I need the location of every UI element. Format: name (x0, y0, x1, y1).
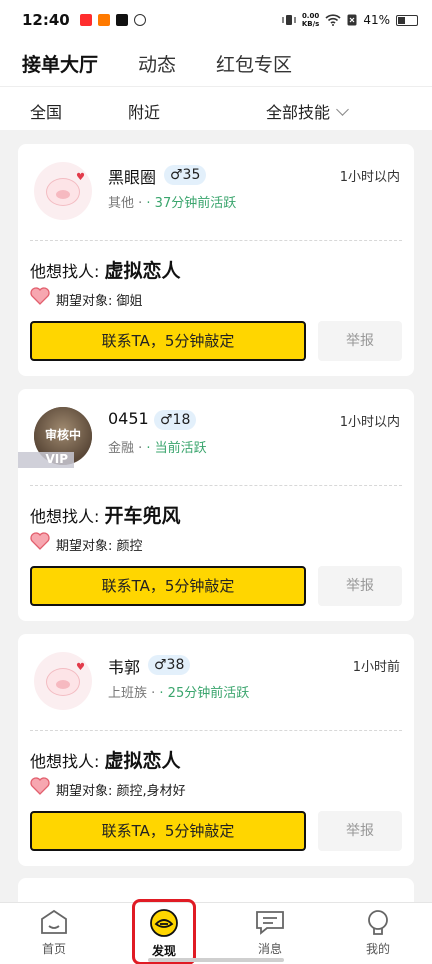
user-category: 其他 · (108, 196, 143, 211)
report-button[interactable]: 举报 (318, 811, 402, 851)
activity-status: · 37分钟前活跃 (146, 196, 237, 211)
heart-decoration-icon: ♥ (76, 662, 85, 673)
want-prefix: 他想找人: (30, 752, 100, 771)
tab-order-hall[interactable]: 接单大厅 (19, 50, 101, 77)
nav-label: 我的 (365, 942, 390, 956)
vip-badge: VIP (18, 452, 74, 468)
user-meta: 上班族 · · 25分钟前活跃 (108, 682, 249, 701)
pig-snout (56, 190, 70, 199)
under-review-label: 审核中 (44, 428, 81, 442)
net-speed-unit: KB/s (301, 20, 320, 28)
filter-region[interactable]: 全国 (30, 99, 62, 123)
no-sim-icon (347, 14, 357, 26)
nav-label: 首页 (41, 942, 66, 956)
want-prefix: 他想找人: (30, 507, 100, 526)
filter-skills-label: 全部技能 (266, 103, 331, 122)
nav-messages[interactable]: 消息 (240, 909, 300, 957)
chevron-down-icon (336, 103, 349, 116)
user-category: 上班族 · (108, 686, 156, 701)
divider (30, 485, 402, 486)
contact-button[interactable]: 联系TA，5分钟敲定 (30, 811, 306, 851)
user-meta: 金融 · · 当前活跃 (108, 437, 207, 456)
divider (30, 730, 402, 731)
discover-highlight-box (132, 899, 196, 964)
nav-profile[interactable]: 我的 (348, 909, 408, 957)
status-time: 12:40 (22, 11, 70, 29)
home-indicator (148, 958, 284, 962)
request-card[interactable]: 审核中 0451 ♂18 金融 · · 当前活跃 1小时以内 他想找人: 开车兜… (18, 389, 414, 621)
heart-icon (30, 532, 50, 550)
contact-button[interactable]: 联系TA，5分钟敲定 (30, 566, 306, 606)
status-bar: 12:40 0.00 KB/s 41% (0, 0, 432, 40)
filter-bar: 全国 附近 全部技能 (0, 86, 432, 130)
want-line: 他想找人: 开车兜风 (30, 501, 181, 528)
want-prefix: 他想找人: (30, 262, 100, 281)
app-notification-icon (79, 14, 92, 26)
top-tabs: 接单大厅 动态 红包专区 (0, 40, 432, 86)
divider (30, 240, 402, 241)
nav-label: 消息 (257, 942, 282, 956)
heart-icon (30, 777, 50, 795)
user-meta: 其他 · · 37分钟前活跃 (108, 192, 236, 211)
user-name: 黑眼圈 (108, 168, 157, 187)
battery-percent: 41% (363, 13, 390, 27)
user-name: 韦郭 (108, 658, 141, 677)
avatar[interactable]: ♥ (34, 162, 92, 220)
pig-snout (56, 680, 70, 689)
app-notification-icon (97, 14, 110, 26)
user-category: 金融 · (108, 441, 143, 456)
contact-button[interactable]: 联系TA，5分钟敲定 (30, 321, 306, 361)
profile-icon (368, 910, 388, 935)
wifi-icon (325, 14, 341, 26)
tab-label: 动态 (138, 53, 177, 76)
request-card[interactable]: ♥ 韦郭 ♂38 上班族 · · 25分钟前活跃 1小时前 他想找人: 虚拟恋人… (18, 634, 414, 866)
post-time: 1小时以内 (339, 415, 400, 430)
gender-age-badge: ♂35 (164, 165, 207, 185)
heart-icon (30, 287, 50, 305)
tab-moments[interactable]: 动态 (138, 50, 176, 77)
battery-icon (396, 14, 418, 26)
post-time: 1小时以内 (339, 170, 400, 185)
message-icon (256, 911, 284, 935)
filter-skills[interactable]: 全部技能 (266, 99, 349, 123)
nav-home[interactable]: 首页 (24, 909, 84, 957)
want-line: 他想找人: 虚拟恋人 (30, 256, 181, 283)
gender-age-badge: ♂18 (154, 410, 197, 430)
want-value: 虚拟恋人 (104, 750, 181, 772)
vibrate-icon (282, 15, 296, 25)
expect-target: 期望对象: 颜控 (56, 539, 143, 554)
post-time: 1小时前 (352, 660, 400, 675)
filter-nearby[interactable]: 附近 (128, 99, 160, 123)
activity-status: · 当前活跃 (146, 441, 207, 456)
app-notification-icon (133, 14, 146, 26)
tiktok-icon (115, 14, 128, 26)
gender-age-badge: ♂38 (148, 655, 191, 675)
want-value: 开车兜风 (104, 505, 181, 527)
tab-label: 接单大厅 (22, 53, 99, 76)
report-button[interactable]: 举报 (318, 321, 402, 361)
avatar[interactable]: ♥ (34, 652, 92, 710)
expect-target: 期望对象: 御姐 (56, 294, 143, 309)
activity-status: · 25分钟前活跃 (159, 686, 250, 701)
user-name: 0451 (108, 409, 149, 428)
report-button[interactable]: 举报 (318, 566, 402, 606)
heart-decoration-icon: ♥ (76, 172, 85, 183)
net-speed-value: 0.00 (301, 12, 320, 20)
bottom-nav: 首页 发现 消息 我的 (0, 902, 432, 964)
want-value: 虚拟恋人 (104, 260, 181, 282)
want-line: 他想找人: 虚拟恋人 (30, 746, 181, 773)
net-speed: 0.00 KB/s (302, 12, 319, 28)
tab-red-packet[interactable]: 红包专区 (216, 50, 292, 77)
tab-label: 红包专区 (216, 53, 293, 76)
home-icon (41, 909, 67, 934)
expect-target: 期望对象: 颜控,身材好 (56, 784, 186, 799)
request-card[interactable]: ♥ 黑眼圈 ♂35 其他 · · 37分钟前活跃 1小时以内 他想找人: 虚拟恋… (18, 144, 414, 376)
